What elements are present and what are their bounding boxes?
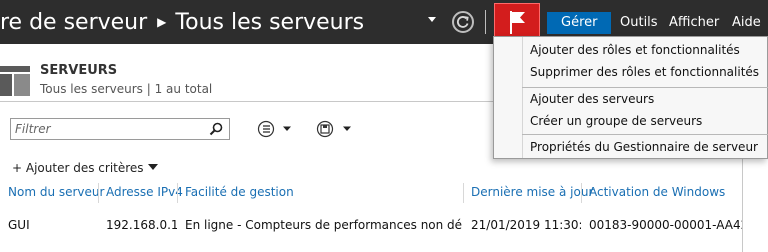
cell-ipv4: 192.168.0.10 bbox=[106, 218, 177, 232]
menu-view[interactable]: Afficher bbox=[669, 12, 719, 34]
menu-separator bbox=[522, 134, 768, 135]
add-criteria-label: Ajouter des critères bbox=[25, 161, 144, 175]
cell-manageability: En ligne - Compteurs de performances non… bbox=[185, 218, 463, 232]
breadcrumb-separator-icon: ▶ bbox=[157, 15, 167, 29]
menu-separator bbox=[522, 87, 768, 88]
search-icon[interactable] bbox=[209, 122, 223, 136]
save-query-button[interactable] bbox=[316, 120, 356, 138]
menu-item-add-roles[interactable]: Ajouter des rôles et fonctionnalités bbox=[530, 41, 740, 59]
list-options-button[interactable] bbox=[257, 120, 297, 138]
plus-icon: + bbox=[12, 161, 23, 175]
menu-manage[interactable]: Gérer bbox=[547, 12, 612, 34]
column-server-name[interactable]: Nom du serveur bbox=[0, 181, 104, 203]
menu-tools[interactable]: Outils bbox=[620, 12, 658, 34]
save-icon bbox=[316, 120, 351, 138]
menu-item-remove-roles[interactable]: Supprimer des rôles et fonctionnalités bbox=[530, 63, 759, 81]
menu-item-server-manager-properties[interactable]: Propriétés du Gestionnaire de serveur bbox=[530, 138, 758, 156]
cell-last-update: 21/01/2019 11:30:26 bbox=[471, 218, 581, 232]
refresh-button[interactable] bbox=[452, 11, 474, 33]
breadcrumb-current: Tous les serveurs bbox=[175, 10, 365, 35]
servers-icon bbox=[0, 66, 30, 96]
column-ipv4[interactable]: Adresse IPv4 bbox=[98, 181, 183, 203]
table-row[interactable]: GUI 192.168.0.10 En ligne - Compteurs de… bbox=[0, 214, 742, 236]
column-manageability[interactable]: Facilité de gestion bbox=[177, 181, 294, 203]
menu-item-create-server-group[interactable]: Créer un groupe de serveurs bbox=[530, 112, 702, 130]
breadcrumb: re de serveur ▶ Tous les serveurs bbox=[0, 8, 364, 36]
cell-windows-activation: 00183-90000-00001-AA422 bbox=[589, 218, 742, 232]
toolbar-divider bbox=[485, 10, 486, 34]
menu-help[interactable]: Aide bbox=[732, 12, 761, 34]
cell-server-name: GUI bbox=[8, 218, 30, 232]
filter-placeholder: Filtrer bbox=[15, 122, 51, 136]
filter-field[interactable]: Filtrer bbox=[10, 118, 230, 140]
manage-menu: Ajouter des rôles et fonctionnalités Sup… bbox=[493, 36, 768, 159]
page-subtitle: Tous les serveurs | 1 au total bbox=[40, 82, 213, 96]
navigation-dropdown-arrow-icon[interactable] bbox=[428, 17, 436, 22]
flag-icon bbox=[510, 11, 525, 34]
add-criteria-button[interactable]: + Ajouter des critères bbox=[12, 161, 158, 175]
menu-item-add-servers[interactable]: Ajouter des serveurs bbox=[530, 90, 654, 108]
menu-gutter bbox=[522, 37, 523, 158]
list-options-icon bbox=[257, 120, 291, 138]
column-windows-activation[interactable]: Activation de Windows bbox=[581, 181, 725, 203]
breadcrumb-parent[interactable]: re de serveur bbox=[0, 10, 147, 35]
refresh-icon bbox=[457, 16, 469, 28]
caret-down-icon bbox=[147, 164, 158, 170]
page-title: SERVEURS bbox=[40, 63, 118, 78]
table-header: Nom du serveur Adresse IPv4 Facilité de … bbox=[0, 181, 742, 203]
column-last-update[interactable]: Dernière mise à jour bbox=[463, 181, 593, 203]
